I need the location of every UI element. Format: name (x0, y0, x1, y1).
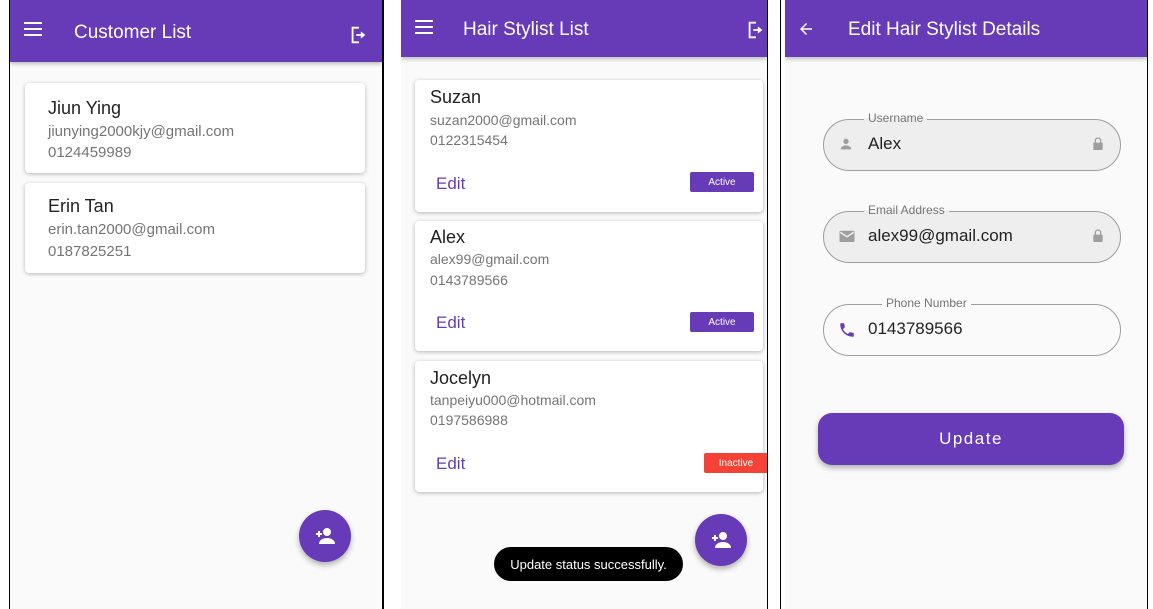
menu-icon[interactable] (24, 22, 42, 36)
add-person-icon (316, 528, 335, 544)
customer-phone: 0187825251 (48, 243, 132, 260)
snackbar: Update status successfully. (494, 547, 683, 581)
frame-divider-1 (382, 0, 384, 609)
menu-icon[interactable] (415, 20, 433, 34)
logout-icon[interactable] (745, 19, 767, 41)
phone-field[interactable]: Phone Number 0143789566 (823, 296, 1121, 356)
email-label: Email Address (864, 203, 949, 217)
person-icon (840, 138, 852, 150)
phone-label: Phone Number (882, 296, 971, 310)
status-badge[interactable]: Active (690, 172, 754, 192)
username-label: Username (864, 111, 928, 125)
logout-icon[interactable] (348, 24, 370, 46)
add-stylist-button[interactable] (695, 514, 747, 566)
add-person-icon (712, 532, 731, 548)
page-title: Customer List (74, 22, 192, 43)
app-bar: Customer List (10, 0, 382, 62)
edit-hair-stylist-screen: Edit Hair Stylist Details Username Alex … (785, 0, 1147, 609)
update-button[interactable]: Update (818, 413, 1124, 465)
hair-stylist-list-screen: Hair Stylist List Suzan suzan2000@gmail.… (401, 0, 767, 609)
username-value: Alex (868, 134, 902, 153)
stylist-phone: 0197586988 (430, 412, 508, 428)
stylist-name: Suzan (430, 87, 482, 107)
customer-card[interactable]: Erin Tan erin.tan2000@gmail.com 01878252… (25, 183, 365, 273)
back-arrow-icon[interactable] (797, 20, 815, 38)
stylist-name: Jocelyn (430, 368, 492, 388)
email-field[interactable]: Email Address alex99@gmail.com (823, 203, 1121, 263)
stylist-card: Alex alex99@gmail.com 0143789566 Edit Ac… (415, 221, 763, 351)
stylist-name: Alex (430, 227, 466, 247)
lock-icon (1093, 137, 1103, 150)
page-title: Edit Hair Stylist Details (848, 19, 1041, 40)
stylist-card: Jocelyn tanpeiyu000@hotmail.com 01975869… (415, 361, 767, 492)
customer-name: Erin Tan (48, 196, 114, 216)
email-value: alex99@gmail.com (868, 226, 1013, 245)
lock-icon (1093, 229, 1103, 242)
stylist-phone: 0122315454 (430, 132, 508, 148)
username-field[interactable]: Username Alex (823, 111, 1121, 171)
stylist-email: suzan2000@gmail.com (430, 112, 577, 128)
status-badge[interactable]: Active (690, 312, 754, 332)
app-bar: Edit Hair Stylist Details (785, 0, 1147, 57)
add-customer-button[interactable] (299, 510, 351, 562)
stylist-email: alex99@gmail.com (430, 251, 550, 267)
page-title: Hair Stylist List (463, 19, 589, 40)
edit-button[interactable]: Edit (436, 174, 465, 194)
customer-list-screen: Customer List Jiun Ying jiunying2000kjy@… (10, 0, 382, 609)
customer-email: erin.tan2000@gmail.com (48, 221, 215, 238)
customer-card[interactable]: Jiun Ying jiunying2000kjy@gmail.com 0124… (25, 83, 365, 173)
stylist-card: Suzan suzan2000@gmail.com 0122315454 Edi… (415, 80, 763, 212)
frame-divider-2 (767, 0, 768, 609)
frame-right-border (1147, 0, 1148, 609)
phone-value: 0143789566 (868, 319, 963, 338)
customer-name: Jiun Ying (48, 98, 122, 118)
customer-phone: 0124459989 (48, 144, 132, 161)
edit-button[interactable]: Edit (436, 313, 465, 333)
stylist-email: tanpeiyu000@hotmail.com (430, 392, 596, 408)
phone-icon (840, 323, 854, 337)
status-badge[interactable]: Inactive (704, 453, 767, 473)
app-bar: Hair Stylist List (401, 0, 767, 57)
edit-button[interactable]: Edit (436, 454, 465, 474)
frame-divider-3 (780, 0, 781, 609)
customer-email: jiunying2000kjy@gmail.com (48, 123, 235, 140)
email-icon (839, 230, 855, 242)
stylist-phone: 0143789566 (430, 272, 508, 288)
